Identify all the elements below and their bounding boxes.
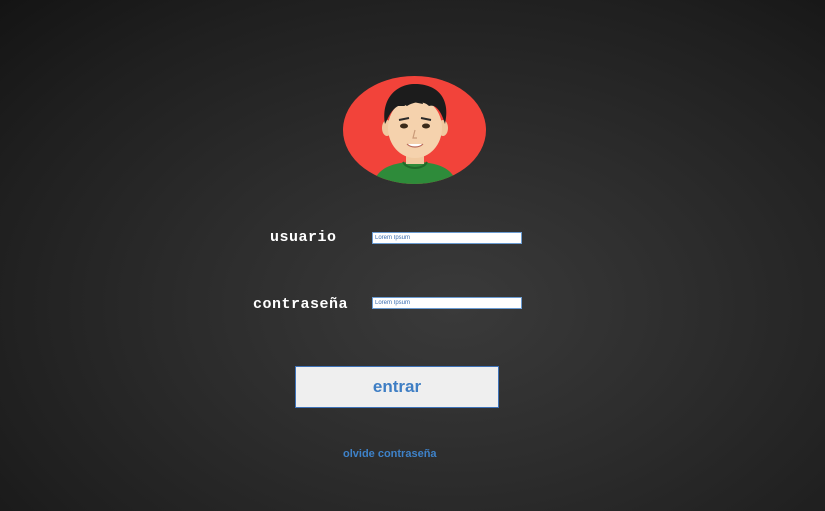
password-label: contraseña (253, 296, 349, 313)
username-label: usuario (270, 229, 337, 246)
login-button[interactable]: entrar (295, 366, 499, 408)
username-field[interactable] (372, 232, 522, 244)
user-avatar-icon (343, 76, 486, 184)
forgot-password-link[interactable]: olvide contraseña (343, 448, 437, 460)
password-field[interactable] (372, 297, 522, 309)
